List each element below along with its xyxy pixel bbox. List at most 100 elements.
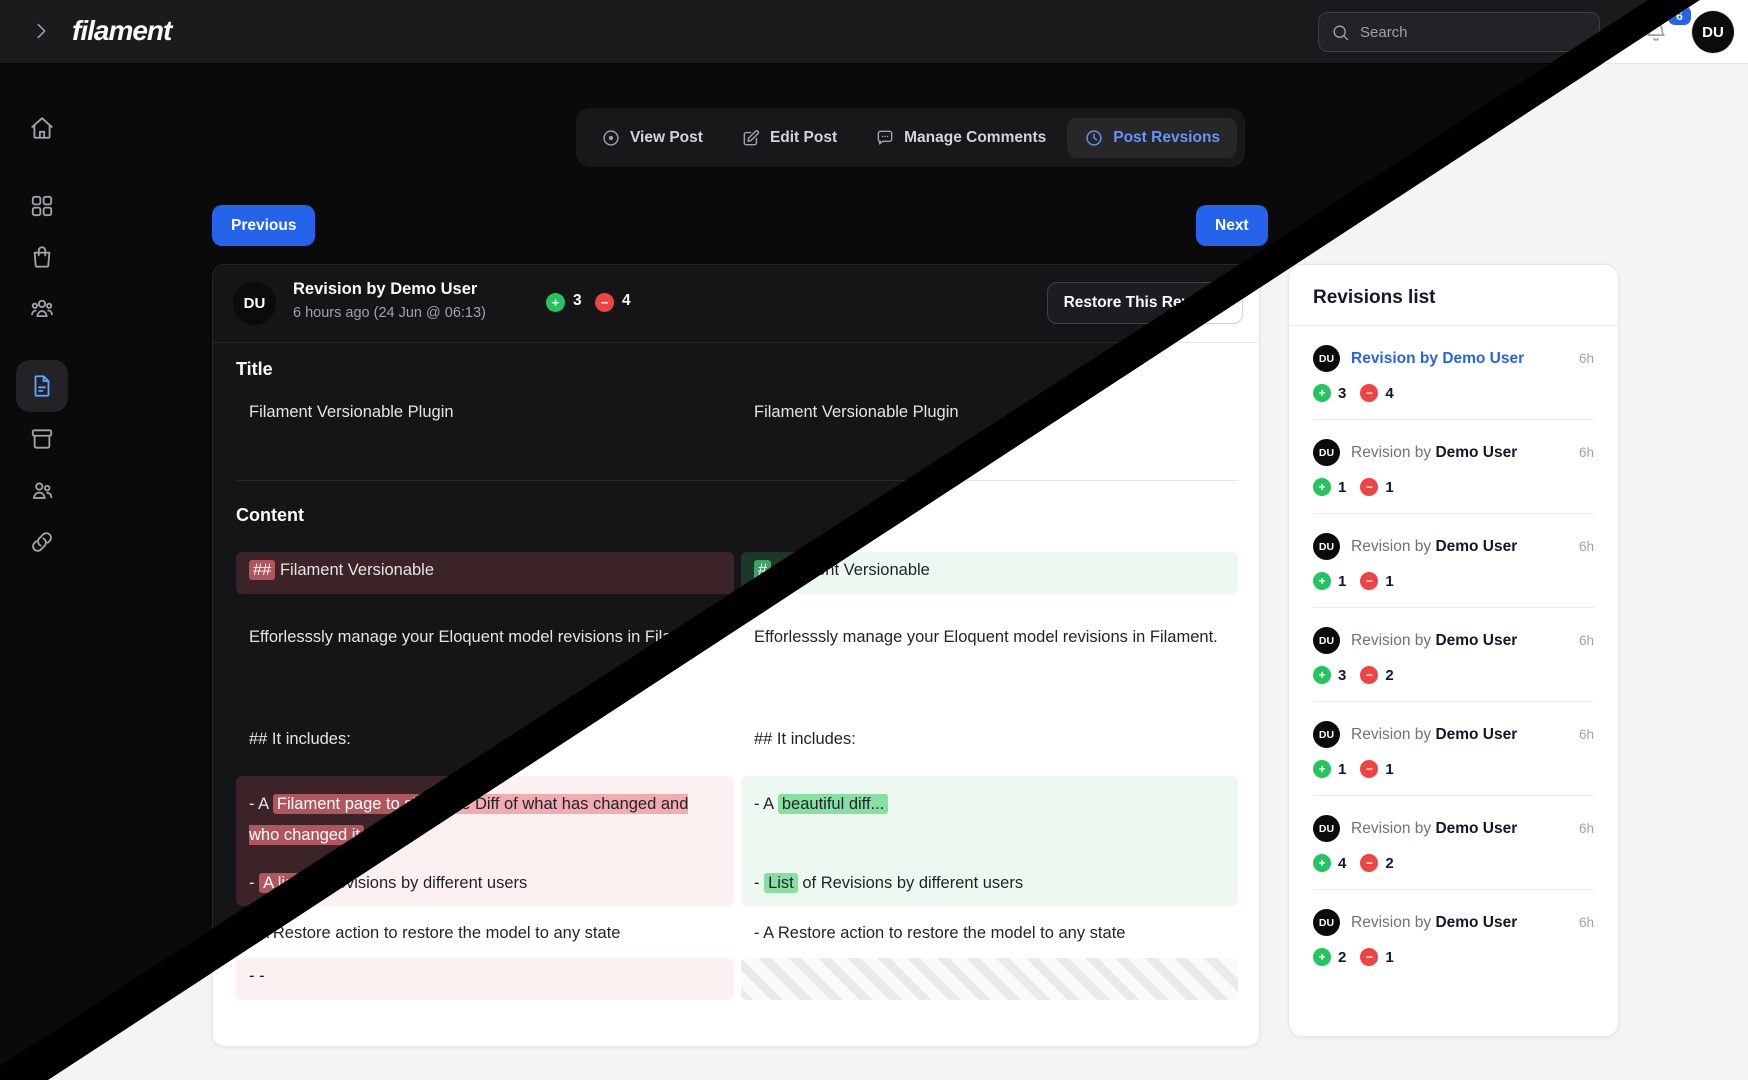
revision-item-time: 6h <box>1579 915 1594 930</box>
deletions-count: 4 <box>1385 385 1393 402</box>
deletions-icon: − <box>1360 572 1378 590</box>
revision-title: Revision by Demo User <box>293 280 477 299</box>
additions-icon: + <box>1313 384 1331 402</box>
notifications-bell-icon[interactable] <box>1644 20 1668 44</box>
added-item: - A beautiful diff... <box>754 789 1225 820</box>
users-icon <box>29 477 55 503</box>
revision-timestamp: 6 hours ago (24 Jun @ 06:13) <box>293 305 486 321</box>
removed-item: - A list of Revisions by different users <box>249 868 721 899</box>
sidebar-item-links[interactable] <box>16 516 68 568</box>
avatar: DU <box>1313 533 1340 560</box>
avatar: DU <box>1313 439 1340 466</box>
sidebar-item-shop[interactable] <box>16 231 68 283</box>
additions-icon: + <box>1313 478 1331 496</box>
sidebar-item-home[interactable] <box>16 102 68 154</box>
screenshot-stage: filament Search 6 DU <box>0 0 1748 1080</box>
chat-bubble-icon <box>875 128 895 148</box>
diff-paragraph-old: Efforlesssly manage your Eloquent model … <box>249 621 719 653</box>
additions-icon: + <box>1313 572 1331 590</box>
link-icon <box>29 529 55 555</box>
revisions-list-title: Revisions list <box>1289 265 1618 325</box>
additions-icon: + <box>1313 666 1331 684</box>
user-group-icon <box>29 295 55 321</box>
diff-added-block: - A beautiful diff... - List of Revision… <box>741 776 1238 906</box>
additions-count: 1 <box>1338 761 1346 778</box>
sidebar-item-customers[interactable] <box>16 282 68 334</box>
revision-item-badges: +1 −1 <box>1313 478 1594 496</box>
sidebar-item-users[interactable] <box>16 464 68 516</box>
diff-includes-old: ## It includes: <box>249 723 351 755</box>
revision-item-row: DU Revision by Demo User 6h <box>1313 533 1594 560</box>
revision-item-time: 6h <box>1579 445 1594 460</box>
revision-item-time: 6h <box>1579 727 1594 742</box>
revisions-list-entries: DU Revision by Demo User 6h +3 −4 DU Rev… <box>1289 326 1618 983</box>
revision-list-item[interactable]: DU Revision by Demo User 6h +1 −1 <box>1313 420 1594 514</box>
revision-item-badges: +1 −1 <box>1313 572 1594 590</box>
additions-count: 4 <box>1338 855 1346 872</box>
deletions-count: 1 <box>1385 761 1393 778</box>
tab-manage-comments[interactable]: Manage Comments <box>858 118 1063 158</box>
search-icon <box>1331 23 1350 42</box>
tab-view-post[interactable]: View Post <box>584 118 720 158</box>
sidebar-item-archive[interactable] <box>16 413 68 465</box>
tab-label: Manage Comments <box>904 129 1046 147</box>
revision-item-badges: +2 −1 <box>1313 948 1594 966</box>
deletions-icon: − <box>1360 384 1378 402</box>
revision-item-row: DU Revision by Demo User 6h <box>1313 721 1594 748</box>
deletions-icon: − <box>1360 948 1378 966</box>
deletions-count: 2 <box>1385 855 1393 872</box>
revision-item-badges: +1 −1 <box>1313 760 1594 778</box>
next-button[interactable]: Next <box>1196 205 1268 246</box>
post-tabs: View Post Edit Post Manage Comments Post… <box>576 108 1245 167</box>
home-icon <box>29 115 55 141</box>
avatar: DU <box>1313 815 1340 842</box>
sidebar-collapse-button[interactable] <box>30 20 52 42</box>
diff-restore-old: - A Restore action to restore the model … <box>249 917 620 949</box>
revision-list-item[interactable]: DU Revision by Demo User 6h +1 −1 <box>1313 514 1594 608</box>
revision-list-item[interactable]: DU Revision by Demo User 6h +4 −2 <box>1313 796 1594 890</box>
deletions-icon: − <box>1360 854 1378 872</box>
deletions-icon: − <box>1360 478 1378 496</box>
notification-badge: 6 <box>1668 6 1691 25</box>
revision-item-badges: +3 −4 <box>1313 384 1594 402</box>
tab-label: Post Revsions <box>1113 129 1220 147</box>
chevron-right-icon <box>30 20 52 42</box>
avatar: DU <box>1313 345 1340 372</box>
tab-edit-post[interactable]: Edit Post <box>724 118 854 158</box>
revision-list-item[interactable]: DU Revision by Demo User 6h +2 −1 <box>1313 890 1594 983</box>
additions-count: 2 <box>1338 949 1346 966</box>
diff-includes-new: ## It includes: <box>754 723 856 755</box>
additions-icon: + <box>546 293 565 312</box>
sidebar-item-posts[interactable] <box>16 360 68 412</box>
deletions-count: 1 <box>1385 479 1393 496</box>
revision-item-name: Revision by Demo User <box>1351 350 1524 368</box>
diff-restore-new: - A Restore action to restore the model … <box>754 917 1125 949</box>
deletions-count: 2 <box>1385 667 1393 684</box>
sidebar-item-dashboard[interactable] <box>16 180 68 232</box>
pencil-square-icon <box>741 128 761 148</box>
search-input[interactable]: Search <box>1318 12 1600 52</box>
added-mark: beautiful diff... <box>778 794 888 814</box>
squares-grid-icon <box>29 193 55 219</box>
revision-list-item[interactable]: DU Revision by Demo User 6h +3 −4 <box>1313 326 1594 420</box>
added-mark: # <box>754 560 771 580</box>
revision-list-item[interactable]: DU Revision by Demo User 6h +1 −1 <box>1313 702 1594 796</box>
revision-item-name: Revision by Demo User <box>1351 726 1517 744</box>
revision-item-name: Revision by Demo User <box>1351 538 1517 556</box>
revision-item-name: Revision by Demo User <box>1351 914 1517 932</box>
additions-icon: + <box>1313 854 1331 872</box>
clock-icon <box>1084 128 1104 148</box>
user-avatar[interactable]: DU <box>1692 11 1734 53</box>
diff-text: Filament Versionable <box>771 561 930 579</box>
revision-list-item[interactable]: DU Revision by Demo User 6h +3 −2 <box>1313 608 1594 702</box>
restore-revision-button[interactable]: Restore This Revision <box>1047 282 1243 324</box>
avatar: DU <box>1313 909 1340 936</box>
revisions-list-panel: Revisions list DU Revision by Demo User … <box>1288 264 1619 1037</box>
tab-post-revisions[interactable]: Post Revsions <box>1067 118 1237 158</box>
topbar: filament Search 6 DU <box>0 0 1748 64</box>
revision-item-time: 6h <box>1579 821 1594 836</box>
previous-button[interactable]: Previous <box>212 205 315 246</box>
diff-empty-placeholder <box>741 958 1238 1000</box>
avatar: DU <box>1313 721 1340 748</box>
sidebar <box>0 64 84 1080</box>
